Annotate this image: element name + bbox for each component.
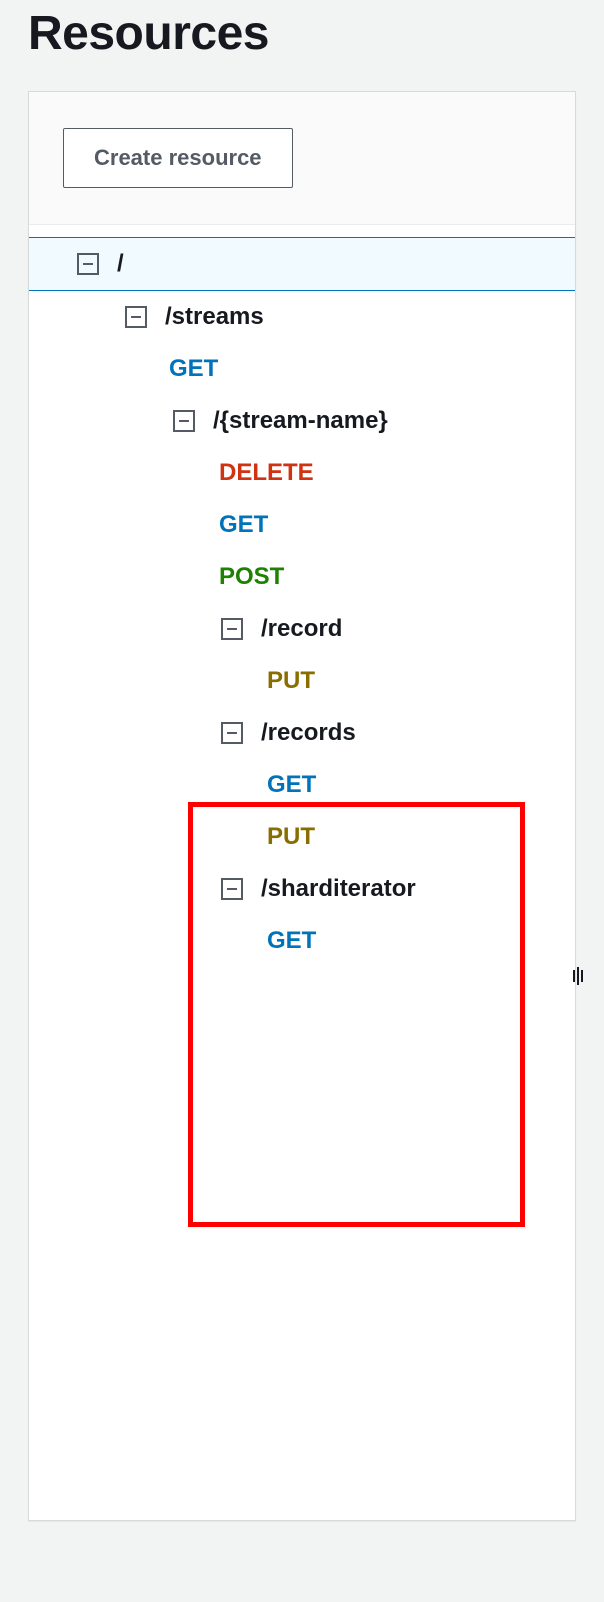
resources-panel: Create resource / /streams GET /{stream-… [28,91,576,1521]
method-label: GET [267,927,316,955]
tree-method[interactable]: PUT [29,655,575,707]
tree-method[interactable]: GET [29,343,575,395]
path-label: / [117,250,124,278]
method-label: PUT [267,667,315,695]
method-label: GET [267,771,316,799]
tree-method[interactable]: POST [29,551,575,603]
tree-method[interactable]: GET [29,915,575,967]
method-label: POST [219,563,284,591]
tree-node-streams[interactable]: /streams [29,291,575,343]
method-label: GET [169,355,218,383]
tree-node-sharditerator[interactable]: /sharditerator [29,863,575,915]
collapse-icon[interactable] [221,618,243,640]
tree-node-records[interactable]: /records [29,707,575,759]
tree-method[interactable]: DELETE [29,447,575,499]
collapse-icon[interactable] [221,722,243,744]
path-label: /record [261,615,342,643]
collapse-icon[interactable] [221,878,243,900]
resource-tree: / /streams GET /{stream-name} DELETE GET [29,225,575,967]
method-label: GET [219,511,268,539]
tree-method[interactable]: GET [29,759,575,811]
method-label: DELETE [219,459,314,487]
tree-node-stream-name[interactable]: /{stream-name} [29,395,575,447]
panel-header: Create resource [29,92,575,225]
path-label: /sharditerator [261,875,416,903]
path-label: /{stream-name} [213,407,388,435]
tree-method[interactable]: GET [29,499,575,551]
method-label: PUT [267,823,315,851]
path-label: /records [261,719,356,747]
tree-method[interactable]: PUT [29,811,575,863]
collapse-icon[interactable] [125,306,147,328]
create-resource-button[interactable]: Create resource [63,128,293,188]
collapse-icon[interactable] [77,253,99,275]
page-title: Resources [28,0,576,61]
path-label: /streams [165,303,264,331]
tree-node-record[interactable]: /record [29,603,575,655]
tree-node-root[interactable]: / [29,237,575,291]
panel-resize-handle-icon[interactable] [571,962,585,990]
collapse-icon[interactable] [173,410,195,432]
